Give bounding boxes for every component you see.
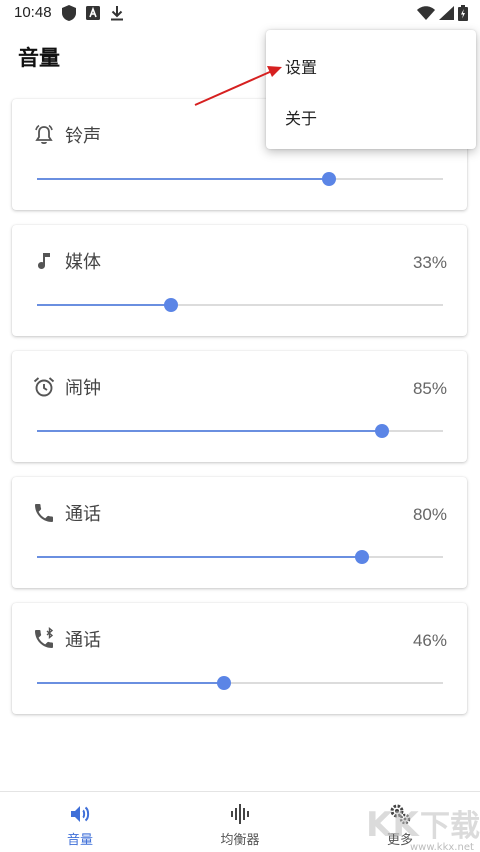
slider-thumb[interactable] xyxy=(354,550,369,564)
nav-label: 均衡器 xyxy=(220,833,260,848)
card-label: 媒体 xyxy=(65,252,101,273)
ringtone-volume-slider[interactable] xyxy=(37,172,443,186)
slider-thumb[interactable] xyxy=(216,676,231,690)
slider-fill xyxy=(37,682,224,684)
card-label: 通话 xyxy=(65,504,101,525)
status-time: 10:48 xyxy=(14,4,52,21)
slider-fill xyxy=(37,556,362,558)
volume-percent: 85% xyxy=(412,379,447,398)
nav-tab-volume[interactable]: 音量 xyxy=(0,792,160,852)
slider-thumb[interactable] xyxy=(375,424,390,438)
volume-percent: 33% xyxy=(412,253,447,272)
alarm-clock-icon xyxy=(33,377,55,397)
status-bar: 10:48 xyxy=(0,0,480,28)
card-label: 闹钟 xyxy=(65,378,101,399)
bell-icon xyxy=(35,124,53,145)
media-volume-card: 媒体 33% xyxy=(12,225,467,336)
svg-text:下载: 下载 xyxy=(420,809,480,844)
card-label: 铃声 xyxy=(65,126,101,147)
svg-text:www.kkx.net: www.kkx.net xyxy=(410,842,474,852)
music-note-icon xyxy=(38,253,50,269)
alarm-volume-card: 闹钟 85% xyxy=(12,351,467,462)
wifi-icon xyxy=(417,6,435,20)
overflow-menu: 设置 关于 xyxy=(266,30,476,149)
slider-fill xyxy=(37,178,330,180)
signal-icon xyxy=(439,6,454,20)
call-volume-card: 通话 80% xyxy=(12,477,467,588)
card-label: 通话 xyxy=(65,630,101,651)
slider-thumb[interactable] xyxy=(322,172,337,186)
call-volume-slider[interactable] xyxy=(37,550,443,564)
bluetooth-phone-icon xyxy=(35,627,54,648)
media-volume-slider[interactable] xyxy=(37,298,443,312)
volume-percent: 80% xyxy=(412,505,447,524)
a-box-icon xyxy=(86,6,100,20)
slider-fill xyxy=(37,304,171,306)
svg-text:KK: KK xyxy=(366,805,420,845)
kkx-watermark-logo: KK 下载 www.kkx.net xyxy=(366,805,480,852)
menu-item-about[interactable]: 关于 xyxy=(285,105,317,129)
shield-icon xyxy=(62,5,76,21)
volume-icon xyxy=(71,806,90,822)
bluetooth-call-volume-slider[interactable] xyxy=(37,676,443,690)
download-icon xyxy=(111,6,123,21)
phone-icon xyxy=(35,504,53,522)
page-title: 音量 xyxy=(18,46,60,70)
bluetooth-call-volume-card: 通话 46% xyxy=(12,603,467,714)
battery-charging-icon xyxy=(458,5,468,21)
nav-tab-equalizer[interactable]: 均衡器 xyxy=(160,792,320,852)
menu-item-settings[interactable]: 设置 xyxy=(285,54,317,78)
equalizer-icon xyxy=(231,804,249,824)
slider-fill xyxy=(37,430,383,432)
slider-thumb[interactable] xyxy=(163,298,178,312)
alarm-volume-slider[interactable] xyxy=(37,424,443,438)
volume-percent: 46% xyxy=(412,631,447,650)
nav-label: 音量 xyxy=(66,833,93,848)
